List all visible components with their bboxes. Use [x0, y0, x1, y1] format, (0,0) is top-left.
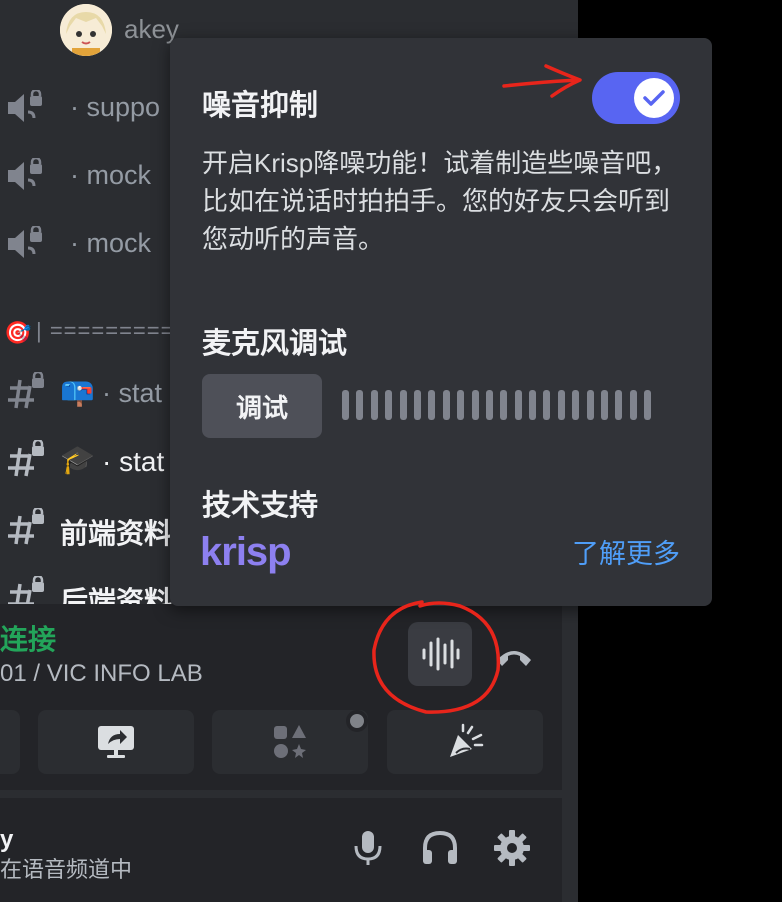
activities-button[interactable]	[212, 710, 368, 774]
voice-connected-status[interactable]: 连接	[0, 618, 56, 658]
text-channel-name: · stat	[102, 446, 165, 477]
deafen-button[interactable]	[418, 826, 462, 870]
soundboard-icon	[450, 723, 484, 757]
text-channel-name: · stat	[102, 378, 163, 408]
headphones-icon	[423, 830, 457, 864]
noise-suppression-toggle[interactable]	[592, 72, 680, 124]
user-panel-name[interactable]: y	[0, 826, 13, 854]
gear-icon	[494, 830, 530, 866]
toggle-knob	[634, 78, 674, 118]
avatar	[60, 4, 112, 56]
channel-emoji: 📪	[60, 376, 95, 407]
noise-suppression-popup: 噪音抑制 开启Krisp降噪功能！试着制造些噪音吧，比如在说话时拍拍手。您的好友…	[170, 38, 712, 606]
settings-button[interactable]	[490, 826, 534, 870]
activity-indicator-dot	[346, 710, 368, 732]
mic-test-button[interactable]: 调试	[202, 374, 322, 438]
noise-suppression-title: 噪音抑制	[202, 90, 319, 122]
speaker-lock-icon	[8, 90, 42, 122]
mute-button[interactable]	[346, 826, 390, 870]
channel-emoji: 🎓	[60, 444, 95, 475]
learn-more-link[interactable]: 了解更多	[572, 532, 680, 571]
mic-level-meter	[342, 390, 652, 420]
hash-lock-icon	[8, 508, 44, 545]
mic-test-title: 麦克风调试	[202, 328, 348, 360]
noise-suppression-icon	[422, 637, 460, 671]
screen-share-button[interactable]	[38, 710, 194, 774]
target-icon: 🎯	[4, 320, 32, 345]
hash-lock-icon	[8, 372, 44, 409]
microphone-icon	[354, 831, 382, 865]
krisp-logo[interactable]: krisp	[200, 530, 292, 575]
check-icon	[643, 90, 665, 106]
text-channel-name: 前端资料	[60, 518, 173, 549]
noise-suppression-description: 开启Krisp降噪功能！试着制造些噪音吧，比如在说话时拍拍手。您的好友只会听到您…	[202, 148, 678, 254]
hangup-icon[interactable]	[494, 640, 534, 670]
camera-button[interactable]	[0, 710, 20, 774]
voice-channel-name: · mock	[70, 228, 151, 258]
speaker-lock-icon	[8, 158, 42, 190]
soundboard-button[interactable]	[387, 710, 543, 774]
noise-suppression-button[interactable]	[408, 622, 472, 686]
hash-lock-icon	[8, 440, 44, 477]
screen-share-icon	[98, 726, 134, 758]
user-panel	[0, 798, 562, 902]
category-separator-label: | ==========	[36, 318, 189, 343]
support-title: 技术支持	[202, 490, 319, 522]
voice-channel-name: · mock	[70, 160, 151, 190]
activities-icon	[274, 725, 306, 758]
user-panel-status: 在语音频道中	[0, 857, 133, 882]
voice-channel-name: · suppo	[70, 92, 161, 122]
voice-channel-path[interactable]: 01 / VIC INFO LAB	[0, 660, 203, 688]
speaker-lock-icon	[8, 226, 42, 258]
